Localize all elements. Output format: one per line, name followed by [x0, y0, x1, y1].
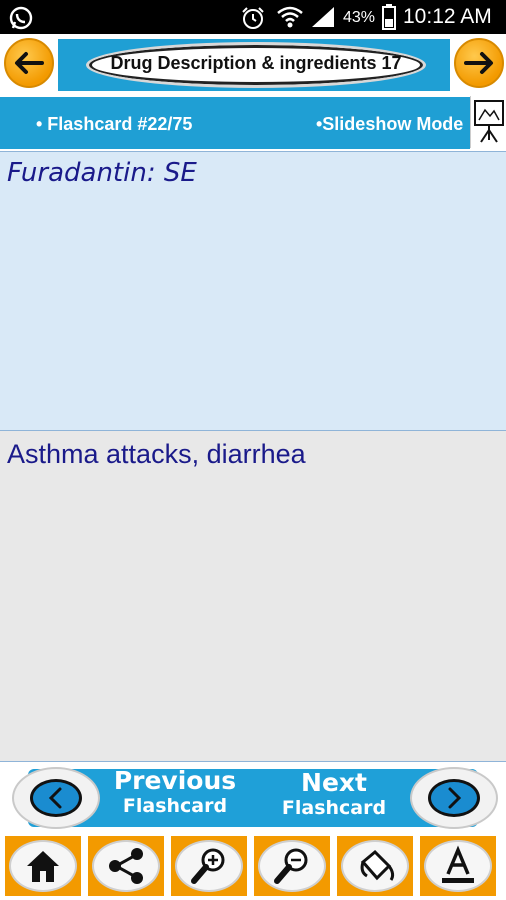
- text-color-icon: [442, 845, 474, 883]
- info-bar: • Flashcard #22/75 •Slideshow Mode: [0, 96, 506, 150]
- previous-circle: [30, 779, 82, 817]
- arrow-left-icon: [15, 52, 44, 74]
- wifi-icon: [277, 6, 303, 28]
- zoom-out-circle: [258, 840, 326, 892]
- previous-label-line1: Previous: [113, 766, 237, 795]
- battery-percent: 43%: [343, 9, 376, 26]
- next-label-line2: Flashcard: [281, 797, 387, 819]
- answer-card[interactable]: Asthma attacks, diarrhea: [0, 431, 506, 762]
- next-flashcard-button[interactable]: [410, 767, 498, 829]
- chevron-left-icon: [48, 787, 62, 809]
- share-icon: [109, 848, 143, 884]
- chevron-right-icon: [448, 787, 462, 809]
- battery-icon: [382, 4, 396, 30]
- home-icon: [27, 851, 59, 882]
- paint-circle: [341, 840, 409, 892]
- flashcard-counter: • Flashcard #22/75: [36, 114, 193, 134]
- previous-flashcard-button[interactable]: [12, 767, 100, 829]
- home-circle: [9, 840, 77, 892]
- share-button[interactable]: [88, 836, 164, 896]
- slideshow-button[interactable]: [470, 96, 506, 148]
- forward-button[interactable]: [454, 38, 504, 88]
- slideshow-easel-icon: [474, 100, 504, 143]
- clock: 10:12 AM: [403, 5, 492, 28]
- header-bar: Drug Description & ingredients 17: [0, 34, 506, 96]
- page-title: Drug Description & ingredients 17: [110, 53, 402, 73]
- home-button[interactable]: [5, 836, 81, 896]
- zoom-out-button[interactable]: [254, 836, 330, 896]
- bottom-toolbar: [0, 833, 506, 900]
- arrow-right-icon: [464, 52, 493, 74]
- text-color-circle: [424, 840, 492, 892]
- previous-label-line2: Flashcard: [122, 795, 228, 817]
- status-bar: 43% 10:12 AM: [0, 0, 506, 34]
- answer-text: Asthma attacks, diarrhea: [7, 439, 306, 469]
- flashcard-nav: Previous Flashcard Next Flashcard: [0, 763, 506, 833]
- zoom-in-circle: [175, 840, 243, 892]
- signal-icon: [312, 7, 334, 27]
- slideshow-mode-label[interactable]: •Slideshow Mode: [316, 114, 463, 135]
- next-circle: [428, 779, 480, 817]
- zoom-out-icon: [274, 848, 308, 884]
- background-color-button[interactable]: [337, 836, 413, 896]
- paint-bucket-icon: [360, 849, 395, 881]
- back-button[interactable]: [4, 38, 54, 88]
- alarm-icon: [242, 7, 264, 29]
- whatsapp-icon: [9, 6, 33, 30]
- question-text: Furadantin: SE: [7, 158, 197, 188]
- previous-flashcard-label[interactable]: Previous Flashcard: [98, 766, 252, 818]
- zoom-in-button[interactable]: [171, 836, 247, 896]
- question-card[interactable]: Furadantin: SE: [0, 151, 506, 431]
- share-circle: [92, 840, 160, 892]
- zoom-in-icon: [191, 848, 225, 884]
- text-color-button[interactable]: [420, 836, 496, 896]
- next-label-line1: Next: [301, 768, 367, 797]
- next-flashcard-label[interactable]: Next Flashcard: [262, 768, 406, 820]
